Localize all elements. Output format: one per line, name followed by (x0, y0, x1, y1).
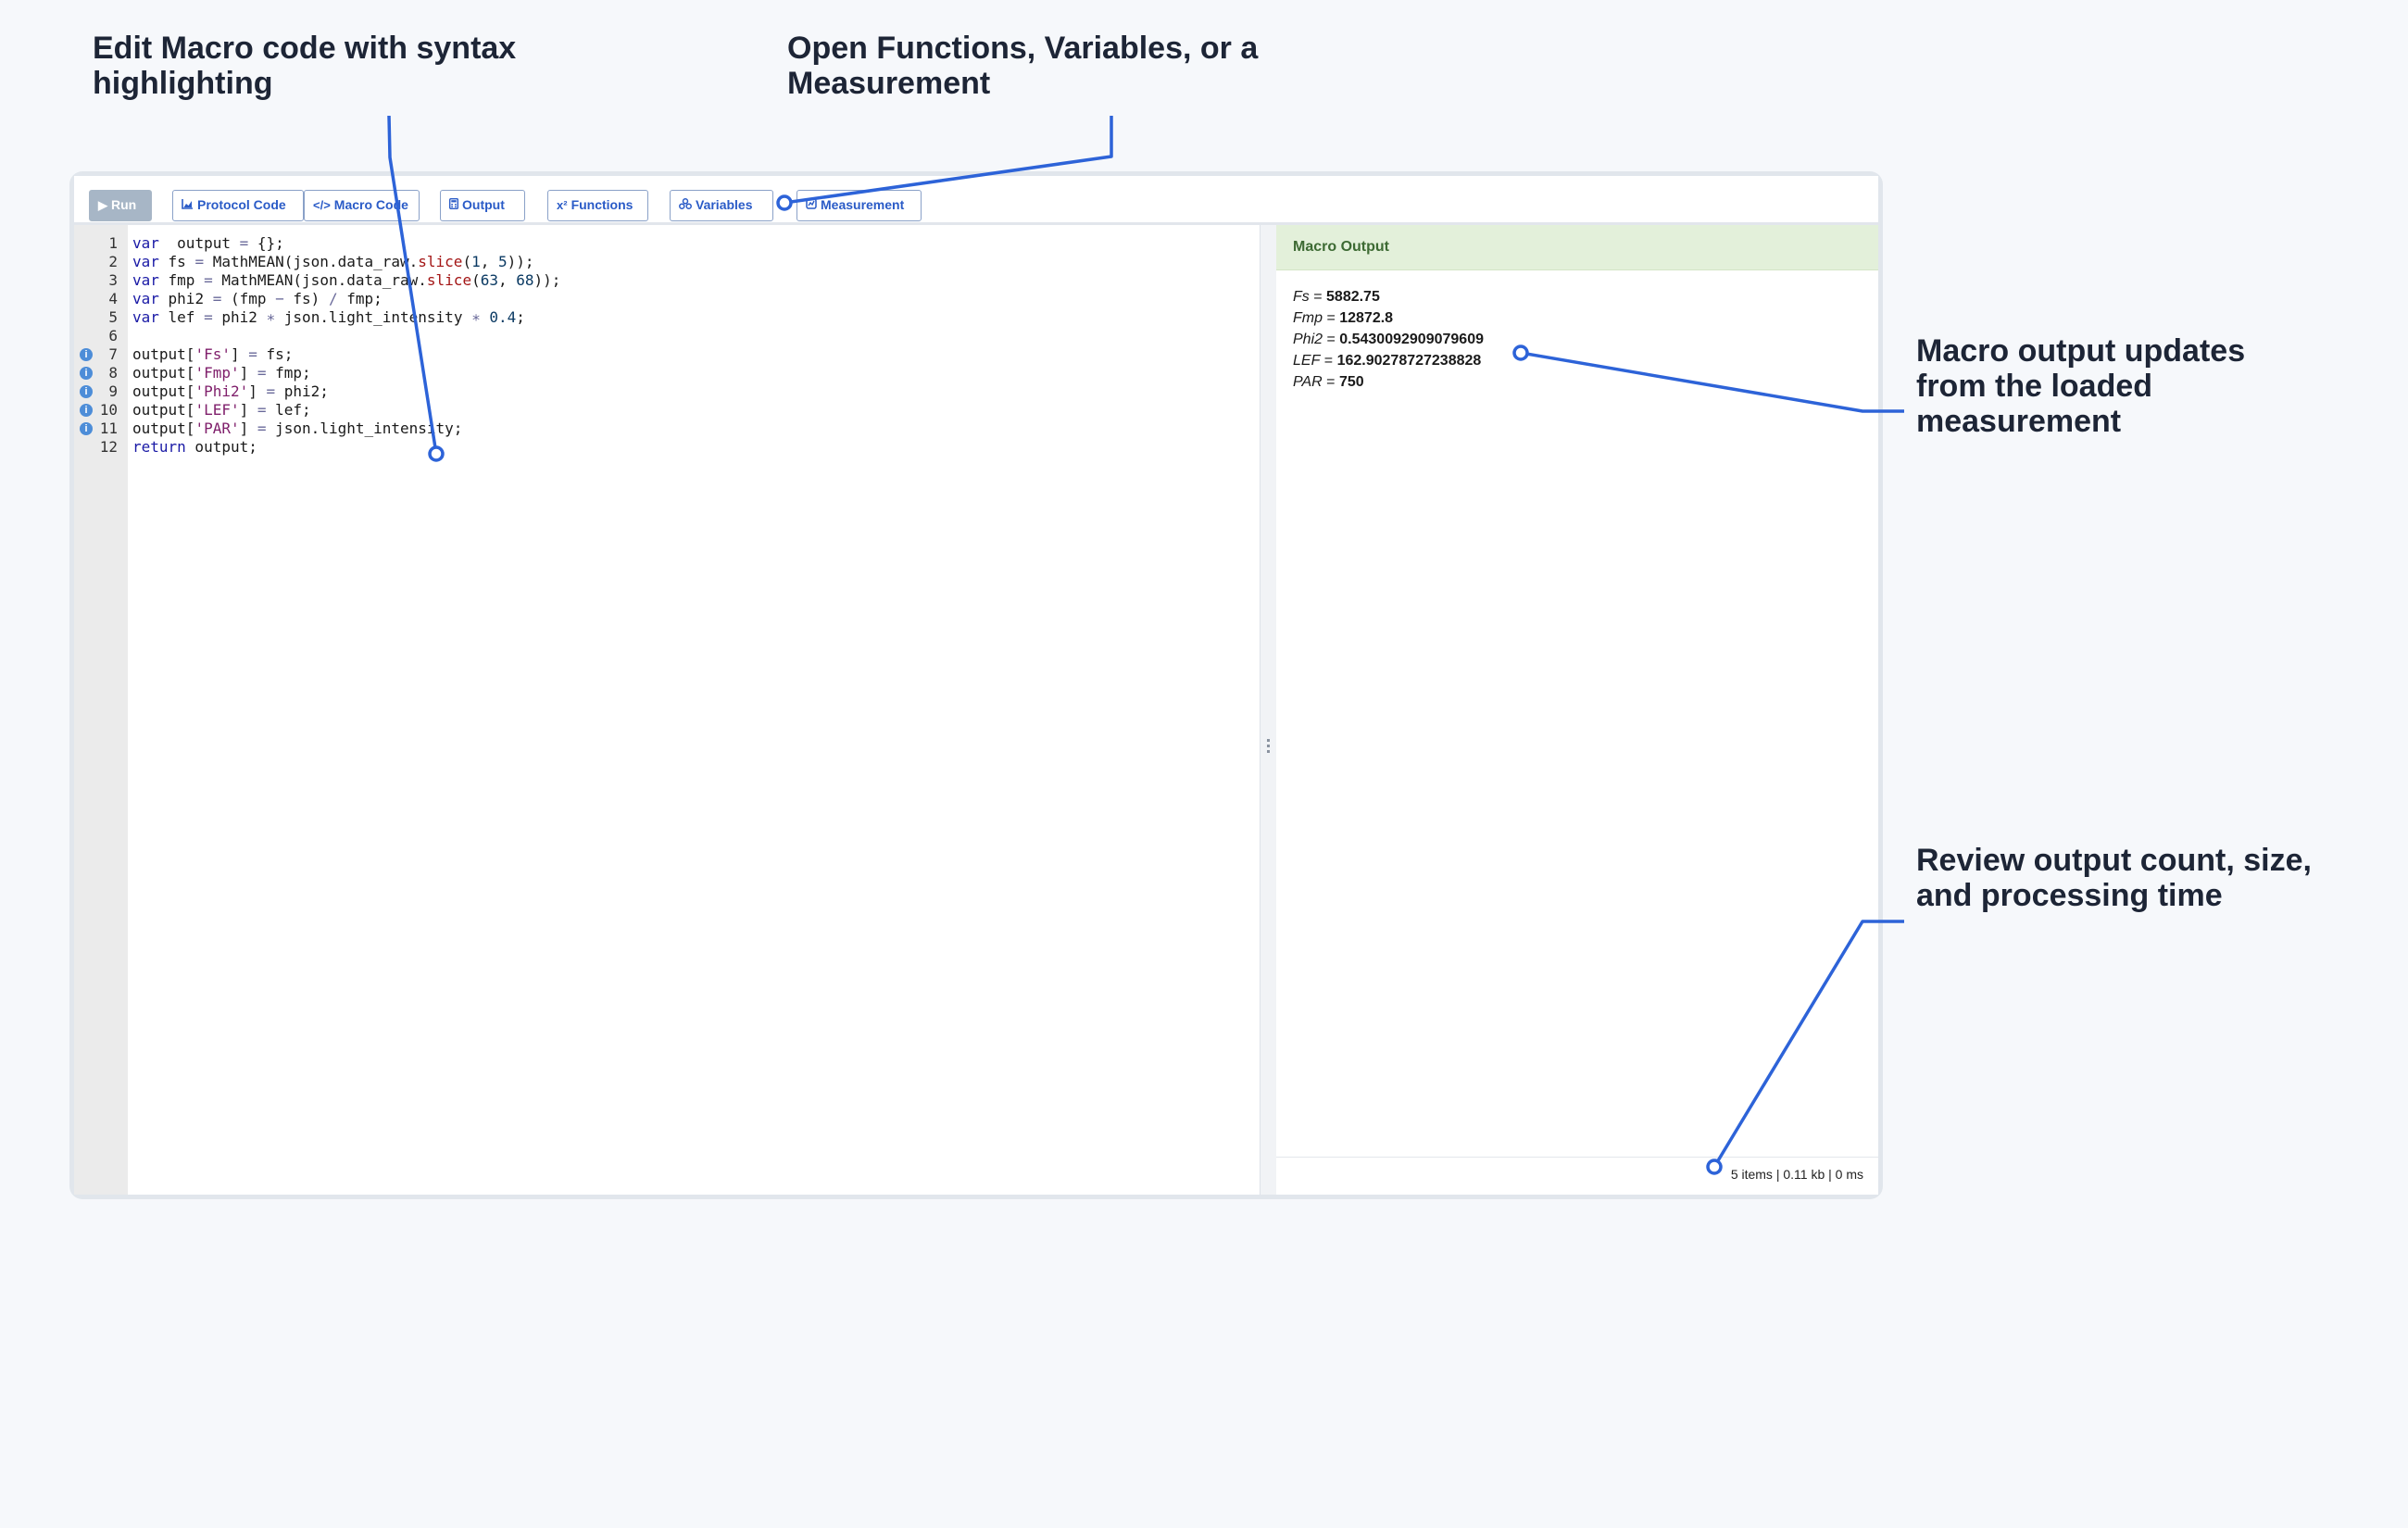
leader-dot-editor (428, 445, 445, 462)
leader-dot-toolbar (776, 194, 793, 211)
leader-dot-status (1706, 1159, 1723, 1175)
leader-line-editor (387, 115, 438, 455)
leader-line-output (1520, 351, 1904, 413)
leader-dot-output (1512, 344, 1529, 361)
leader-line-status (1712, 920, 1904, 1168)
leader-line-toolbar (784, 116, 1113, 205)
leader-lines (387, 115, 1904, 1175)
